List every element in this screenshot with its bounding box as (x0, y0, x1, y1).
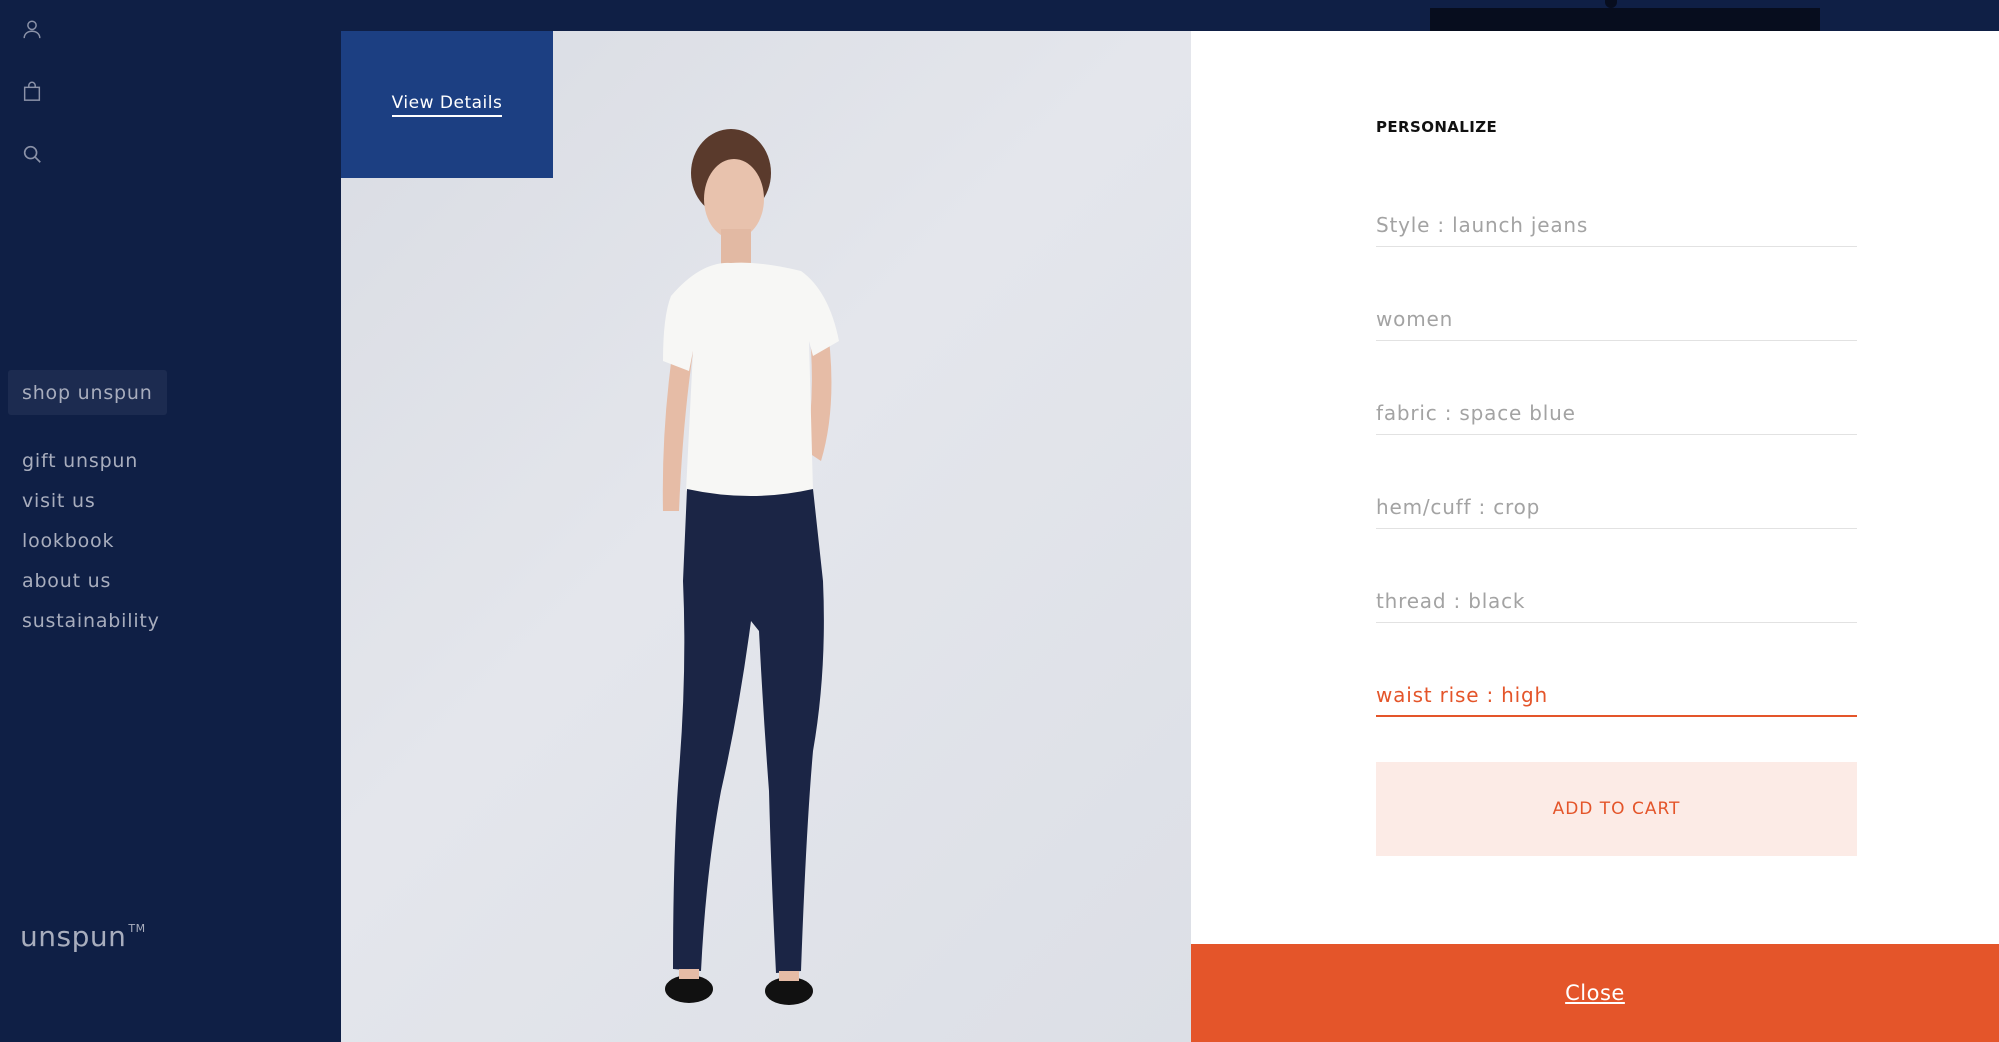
personalize-title: PERSONALIZE (1376, 118, 1498, 136)
brand-logo[interactable]: unspun TM (20, 920, 146, 953)
top-dropdown-strip (1430, 8, 1820, 32)
model-figure (662, 129, 839, 1005)
personalize-panel: PERSONALIZE Style : launch jeans women f… (1191, 31, 1999, 1042)
nav-sustainability[interactable]: sustainability (22, 608, 160, 648)
dropdown-caret (1605, 0, 1617, 8)
brand-name: unspun (20, 920, 127, 953)
sidebar: shop unspun gift unspun visit us lookboo… (0, 0, 341, 1042)
waist-rise-select[interactable]: waist rise : high (1376, 669, 1857, 717)
fabric-select[interactable]: fabric : space blue (1376, 387, 1857, 435)
nav-visit-us[interactable]: visit us (22, 488, 160, 528)
hem-cuff-select[interactable]: hem/cuff : crop (1376, 481, 1857, 529)
close-label: Close (1565, 981, 1625, 1005)
search-icon[interactable] (20, 142, 44, 166)
add-to-cart-button[interactable]: ADD TO CART (1376, 762, 1857, 856)
product-image: View Details (341, 31, 1191, 1042)
nav-gift-unspun[interactable]: gift unspun (22, 448, 160, 488)
sidebar-nav: gift unspun visit us lookbook about us s… (22, 448, 160, 648)
nav-shop-unspun[interactable]: shop unspun (8, 370, 167, 415)
shopping-bag-icon[interactable] (20, 79, 44, 103)
view-details-button[interactable]: View Details (341, 31, 553, 178)
trademark-mark: TM (128, 922, 146, 935)
user-icon[interactable] (20, 17, 44, 41)
nav-lookbook[interactable]: lookbook (22, 528, 160, 568)
style-select[interactable]: Style : launch jeans (1376, 199, 1857, 247)
view-details-label: View Details (391, 93, 503, 117)
product-modal: View Details PERSONALIZE Style : launch … (341, 31, 1999, 1042)
thread-select[interactable]: thread : black (1376, 575, 1857, 623)
close-button[interactable]: Close (1191, 944, 1999, 1042)
gender-select[interactable]: women (1376, 293, 1857, 341)
nav-about-us[interactable]: about us (22, 568, 160, 608)
